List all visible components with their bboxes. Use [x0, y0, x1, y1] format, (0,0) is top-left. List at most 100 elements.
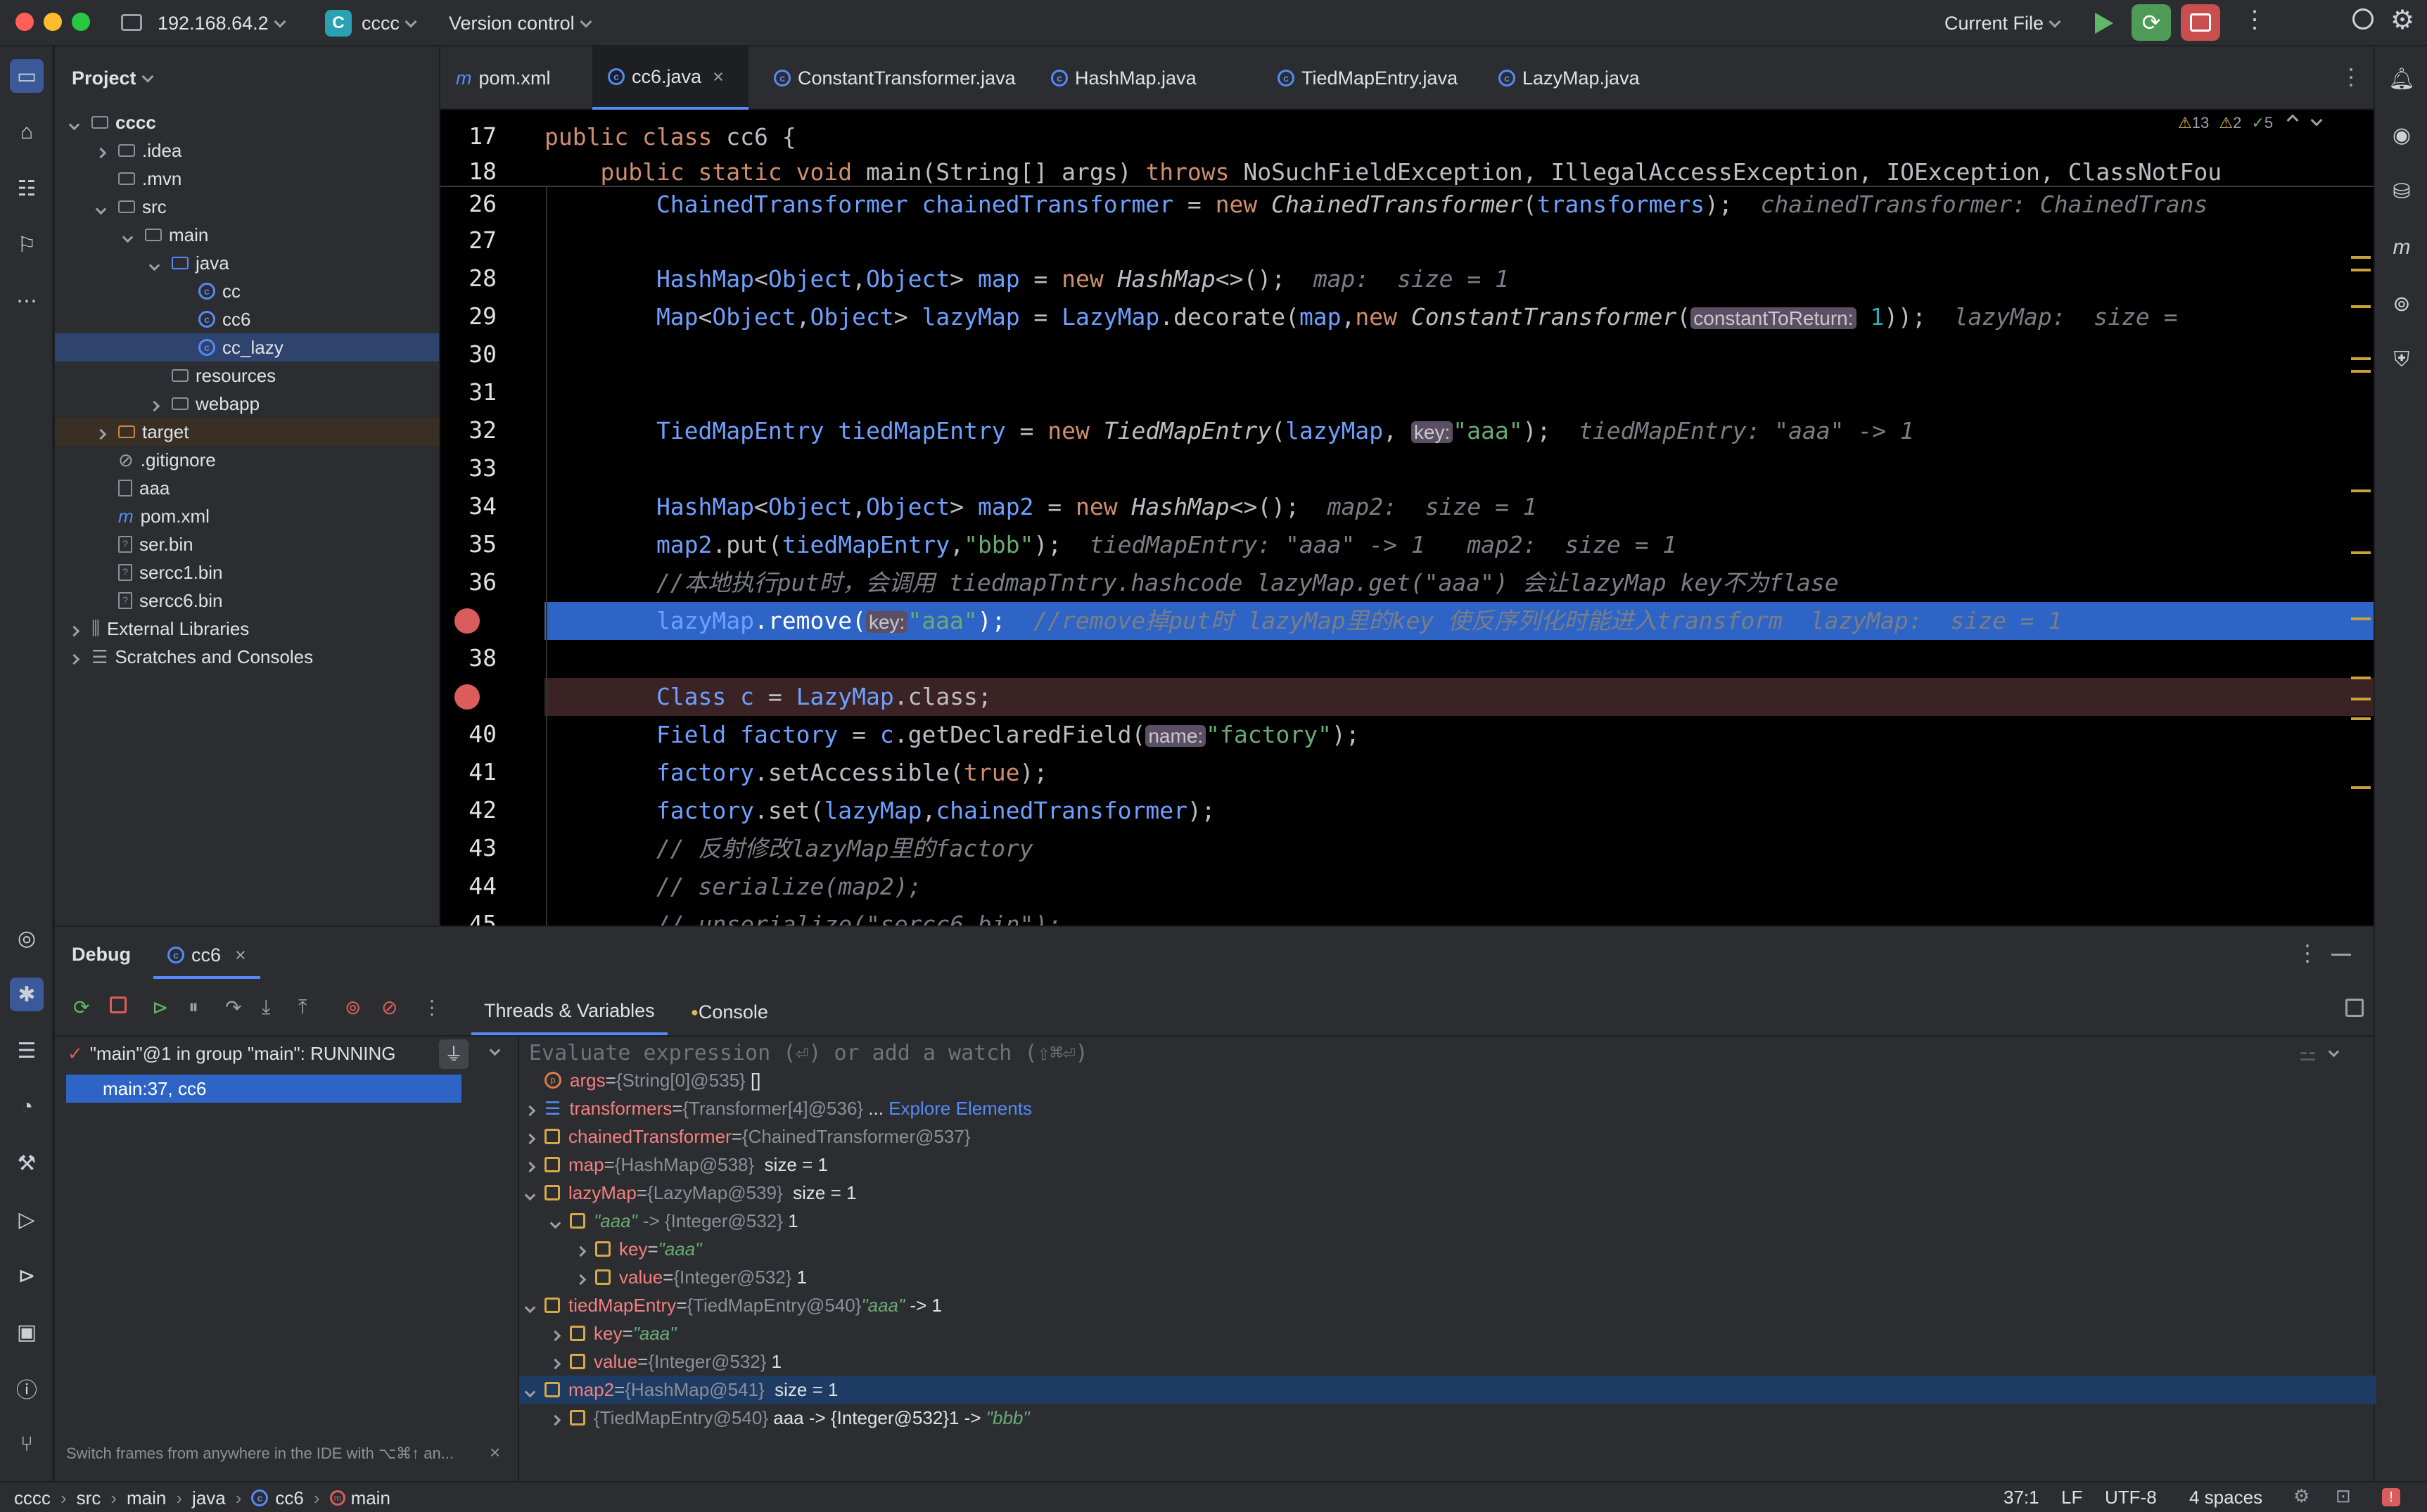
notifications-bell-icon[interactable]: 🔔︎ [2385, 62, 2419, 96]
tree-item[interactable]: ? sercc6.bin [55, 587, 439, 615]
breakpoint-icon[interactable] [454, 684, 480, 710]
minimize-window-button[interactable] [44, 13, 62, 31]
step-out-icon[interactable]: ⤒ [298, 996, 307, 1019]
expand-right-icon[interactable] [95, 140, 118, 162]
remote-host-selector[interactable]: 192.168.64.2 [158, 13, 286, 34]
thread-filter-icon[interactable]: ⏚ [439, 1039, 469, 1069]
expand-right-icon[interactable] [519, 1154, 544, 1176]
line-separator[interactable]: LF [2061, 1487, 2082, 1508]
layout-settings-icon[interactable] [2345, 999, 2364, 1017]
tree-item[interactable]: c cc_lazy [55, 333, 439, 361]
project-panel-header[interactable]: Project [72, 68, 154, 89]
breakpoint-icon[interactable] [454, 608, 480, 634]
code-line[interactable]: Class c = LazyMap.class; [544, 678, 992, 716]
variable-row[interactable]: "aaa" -> {Integer@532} 1 [544, 1207, 798, 1235]
tree-item[interactable]: ☰ Scratches and Consoles [55, 643, 439, 671]
code-line[interactable]: HashMap<Object,Object> map = new HashMap… [544, 260, 1509, 298]
problems-icon[interactable]: ⓘ [10, 1371, 44, 1405]
minimize-panel-icon[interactable] [2331, 954, 2351, 956]
build-hammer-icon[interactable]: ⚒ [10, 1146, 44, 1180]
debug-options-icon[interactable]: ⋮ [2296, 940, 2319, 966]
editor-tab[interactable]: m pom.xml [440, 46, 581, 110]
ai-assistant-icon[interactable]: ◉ [2385, 118, 2419, 152]
maven-icon[interactable]: m [2385, 231, 2419, 264]
code-line[interactable]: ChainedTransformer chainedTransformer = … [544, 186, 2208, 224]
code-line[interactable]: TiedMapEntry tiedMapEntry = new TiedMapE… [544, 412, 1914, 450]
variable-row[interactable]: key = "aaa" [544, 1319, 677, 1347]
expand-right-icon[interactable] [68, 646, 91, 668]
expand-down-icon[interactable] [519, 1379, 544, 1401]
tab-threads-variables[interactable]: Threads & Variables [471, 989, 668, 1035]
expand-down-icon[interactable] [519, 1295, 544, 1316]
breadcrumb-item[interactable]: cc6 [275, 1487, 303, 1509]
terminal-icon[interactable]: ▣ [10, 1315, 44, 1349]
code-line[interactable]: factory.set(lazyMap,chainedTransformer); [544, 792, 1216, 830]
todo-list-icon[interactable]: ☰ [10, 1034, 44, 1068]
variable-row[interactable]: value = {Integer@532} 1 [544, 1347, 782, 1376]
code-line[interactable]: // 反射修改lazyMap里的factory [544, 830, 1033, 868]
editor-tab[interactable]: c ConstantTransformer.java [758, 46, 1026, 110]
breadcrumb-item[interactable]: main [127, 1487, 166, 1509]
expand-down-icon[interactable] [95, 196, 118, 218]
variable-row[interactable]: lazyMap = {LazyMap@539} size = 1 [519, 1179, 856, 1207]
expand-right-icon[interactable] [519, 1126, 544, 1148]
indent-setting[interactable]: 4 spaces [2189, 1487, 2262, 1508]
expand-right-icon[interactable] [95, 421, 118, 443]
variable-row[interactable]: key = "aaa" [570, 1235, 702, 1263]
variable-row[interactable]: map = {HashMap@538} size = 1 [519, 1151, 828, 1179]
file-encoding[interactable]: UTF-8 [2105, 1487, 2157, 1508]
code-line[interactable]: // serialize(map2); [544, 868, 922, 906]
expand-right-icon[interactable] [148, 393, 172, 415]
resume-icon[interactable]: ⊳ [152, 996, 168, 1019]
run-tool-icon[interactable]: ▷ [10, 1203, 44, 1236]
code-editor[interactable]: 17 18 26 27 28 29 30 31 32 33 34 35 36 38 40 41 42 43 44 45… [440, 110, 2374, 925]
inspection-widget[interactable]: ⚠13 ⚠2 ✓5 [2178, 114, 2323, 132]
rerun-icon[interactable]: ⟳ [73, 996, 89, 1019]
variable-row[interactable]: map2 = {HashMap@541} size = 1 [519, 1376, 2376, 1404]
debug-session-tab[interactable]: c cc6 × [153, 934, 260, 979]
code-line[interactable]: //本地执行put时，会调用 tiedmapTntry.hashcode laz… [544, 564, 1839, 602]
tree-item[interactable]: main [55, 221, 439, 249]
stop-icon[interactable] [110, 996, 127, 1018]
editor-tab[interactable]: c HashMap.java [1036, 46, 1252, 110]
expand-down-icon[interactable] [544, 1210, 570, 1232]
more-tools-icon[interactable]: ⋯ [10, 284, 44, 318]
tab-console[interactable]: ● Console [685, 989, 774, 1035]
expand-right-icon[interactable] [519, 1098, 544, 1120]
code-line[interactable]: public class cc6 { [544, 118, 796, 156]
editor-tab[interactable]: c TiedMapEntry.java [1262, 46, 1473, 110]
expand-down-icon[interactable] [519, 1182, 544, 1204]
expand-down-icon[interactable] [148, 252, 172, 274]
run-config-selector[interactable]: Current File [1944, 13, 2061, 34]
tree-item[interactable]: ⫼ External Libraries [55, 615, 439, 643]
variable-row[interactable]: ☰ transformers = {Transformer[4]@536} ...… [519, 1094, 1032, 1122]
tree-item[interactable]: m pom.xml [55, 502, 439, 530]
tree-item[interactable]: src [55, 193, 439, 221]
code-line[interactable]: factory.setAccessible(true); [544, 754, 1047, 792]
tab-options-icon[interactable]: ⋮ [2340, 63, 2362, 90]
evaluate-expression-input[interactable]: Evaluate expression (⏎) or add a watch (… [529, 1037, 2344, 1070]
project-selector[interactable]: cccc [362, 13, 417, 34]
close-tab-icon[interactable]: × [713, 66, 724, 88]
endpoints-icon[interactable]: ⊚ [2385, 287, 2419, 321]
security-shield-icon[interactable]: ⛨ [2385, 343, 2419, 377]
pause-icon[interactable]: ⏸ [189, 996, 198, 1019]
code-line[interactable]: Field factory = c.getDeclaredField(name:… [544, 716, 1360, 754]
step-over-icon[interactable]: ↷ [225, 996, 241, 1019]
previous-highlight-icon[interactable] [2286, 114, 2299, 127]
error-notification-icon[interactable]: ! [2382, 1488, 2400, 1506]
tree-item[interactable]: .idea [55, 136, 439, 165]
tree-item[interactable]: .mvn [55, 165, 439, 193]
tree-item[interactable]: target [55, 418, 439, 446]
zoom-window-button[interactable] [72, 13, 90, 31]
settings-gear-icon[interactable]: ⚙ [2390, 4, 2414, 36]
expand-right-icon[interactable] [68, 618, 91, 640]
variable-row[interactable]: tiedMapEntry = {TiedMapEntry@540} "aaa" … [519, 1291, 942, 1319]
mute-breakpoints-icon[interactable]: ⊘ [381, 996, 397, 1019]
readonly-lock-icon[interactable]: ⊡ [2336, 1485, 2351, 1507]
expand-right-icon[interactable] [570, 1267, 595, 1288]
breadcrumb-item[interactable]: src [77, 1487, 101, 1509]
version-control-menu[interactable]: Version control [449, 13, 592, 34]
next-highlight-icon[interactable] [2310, 114, 2323, 127]
frame-row[interactable]: main:37, cc6 [66, 1075, 461, 1103]
